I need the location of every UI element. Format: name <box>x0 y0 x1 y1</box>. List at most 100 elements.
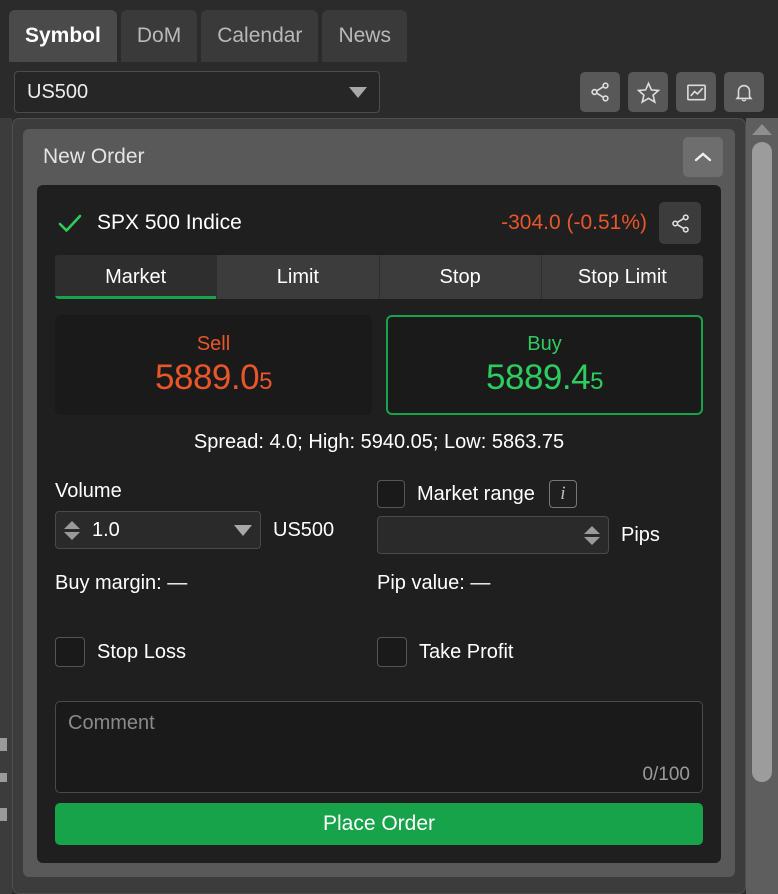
panel-header: New Order <box>23 129 735 185</box>
buy-button[interactable]: Buy 5889.45 <box>386 315 703 415</box>
new-order-panel: New Order SPX 500 Indice -304.0 (-0.51%) <box>23 129 735 877</box>
chevron-down-icon <box>349 86 367 98</box>
sell-price-last: 5 <box>259 367 272 395</box>
volume-input-row: 1.0 US500 <box>55 511 377 549</box>
toolbar-icons <box>580 72 764 112</box>
chart-icon-button[interactable] <box>676 72 716 112</box>
market-range-column: Market range i Pips <box>377 480 703 554</box>
share-icon <box>671 213 689 233</box>
place-order-label: Place Order <box>322 812 436 835</box>
page-title: New Order <box>43 145 145 168</box>
instrument-share-button[interactable] <box>659 202 701 244</box>
comment-placeholder: Comment <box>68 712 155 734</box>
tab-symbol[interactable]: Symbol <box>9 10 117 62</box>
margin-row: Buy margin: — Pip value: — <box>55 572 703 595</box>
stop-loss-group: Stop Loss <box>55 637 377 667</box>
edge-artifact <box>0 808 7 821</box>
spread-stats: Spread: 4.0; High: 5940.05; Low: 5863.75 <box>193 431 565 453</box>
collapse-panel-button[interactable] <box>683 137 723 177</box>
spinner-up-icon <box>584 525 600 534</box>
volume-stepper[interactable]: 1.0 <box>55 511 261 549</box>
order-scroll-frame: New Order SPX 500 Indice -304.0 (-0.51%) <box>12 118 746 894</box>
buy-label: Buy <box>527 332 562 355</box>
order-card: SPX 500 Indice -304.0 (-0.51%) Market Li… <box>37 185 721 863</box>
share-icon <box>591 82 609 102</box>
symbol-select[interactable]: US500 <box>14 71 380 113</box>
stop-loss-label: Stop Loss <box>97 640 186 663</box>
spinner-down-icon <box>584 536 600 545</box>
place-order-button[interactable]: Place Order <box>55 803 703 845</box>
stop-loss-checkbox[interactable] <box>55 637 85 667</box>
symbol-row: US500 <box>0 66 778 118</box>
order-type-tabs: Market Limit Stop Stop Limit <box>55 255 703 299</box>
order-type-market-label: Market <box>105 265 167 288</box>
check-icon <box>57 212 87 234</box>
instrument-name: SPX 500 Indice <box>97 211 242 234</box>
edge-artifact <box>0 738 7 751</box>
instrument-change: -304.0 (-0.51%) <box>501 211 647 234</box>
tab-dom-label: DoM <box>136 24 182 47</box>
volume-spinner-arrows[interactable] <box>64 520 80 540</box>
order-type-market[interactable]: Market <box>55 255 218 299</box>
volume-label: Volume <box>55 480 122 502</box>
order-type-limit[interactable]: Limit <box>217 255 380 299</box>
buy-price: 5889.45 <box>486 358 603 398</box>
buy-margin-text: Buy margin: — <box>55 572 188 594</box>
sell-label: Sell <box>196 332 231 355</box>
vertical-scrollbar[interactable] <box>746 118 778 894</box>
pips-unit: Pips <box>621 523 660 546</box>
market-range-row: Market range i <box>377 480 703 508</box>
pip-value-text: Pip value: — <box>377 572 491 594</box>
tab-news[interactable]: News <box>322 10 407 62</box>
spinner-down-icon <box>64 531 80 540</box>
bell-icon <box>735 84 753 102</box>
order-type-stop-label: Stop <box>439 265 481 288</box>
comment-input[interactable]: Comment 0/100 <box>55 701 703 793</box>
sell-price: 5889.05 <box>155 358 272 398</box>
order-type-stop[interactable]: Stop <box>380 255 542 299</box>
tab-bar: Symbol DoM Calendar News <box>0 0 778 62</box>
symbol-select-value: US500 <box>27 80 89 103</box>
tab-news-label: News <box>338 24 391 47</box>
fields-row: Volume 1.0 US500 Market range i Pips <box>55 480 703 554</box>
chevron-down-icon[interactable] <box>234 524 252 536</box>
edge-artifact <box>0 773 7 782</box>
tab-dom[interactable]: DoM <box>120 10 198 62</box>
chevron-up-icon <box>694 152 712 162</box>
volume-column: Volume 1.0 US500 <box>55 480 377 554</box>
market-range-label: Market range <box>417 482 535 505</box>
pips-spinner-arrows[interactable] <box>584 525 600 545</box>
star-icon <box>636 80 660 104</box>
spinner-up-icon <box>64 520 80 529</box>
left-edge-strip <box>0 118 12 894</box>
order-type-limit-label: Limit <box>276 265 319 288</box>
volume-value: 1.0 <box>92 518 120 541</box>
order-type-stop-limit[interactable]: Stop Limit <box>542 255 703 299</box>
tab-calendar[interactable]: Calendar <box>201 10 319 62</box>
sell-price-main: 5889.0 <box>155 357 260 397</box>
tab-symbol-label: Symbol <box>25 24 101 47</box>
chart-icon <box>686 83 706 101</box>
market-range-checkbox[interactable] <box>377 480 405 508</box>
tab-calendar-label: Calendar <box>217 24 303 47</box>
comment-counter: 0/100 <box>642 764 690 785</box>
take-profit-group: Take Profit <box>377 637 699 667</box>
order-type-stop-limit-label: Stop Limit <box>577 265 667 288</box>
triangle-up-icon[interactable] <box>752 124 772 135</box>
info-icon[interactable]: i <box>548 480 577 508</box>
star-icon-button[interactable] <box>628 72 668 112</box>
quote-row: Sell 5889.05 Buy 5889.45 <box>55 315 703 415</box>
market-range-stepper[interactable] <box>377 516 609 554</box>
sl-tp-row: Stop Loss Take Profit <box>55 637 703 667</box>
buy-price-last: 5 <box>590 367 603 395</box>
bell-icon-button[interactable] <box>724 72 764 112</box>
take-profit-label: Take Profit <box>419 640 514 663</box>
buy-price-main: 5889.4 <box>486 357 591 397</box>
pips-input-row: Pips <box>377 516 703 554</box>
share-icon-button[interactable] <box>580 72 620 112</box>
sell-button[interactable]: Sell 5889.05 <box>55 315 372 415</box>
volume-unit: US500 <box>273 518 335 541</box>
instrument-row: SPX 500 Indice -304.0 (-0.51%) <box>55 199 703 247</box>
take-profit-checkbox[interactable] <box>377 637 407 667</box>
scrollbar-thumb[interactable] <box>752 142 772 782</box>
